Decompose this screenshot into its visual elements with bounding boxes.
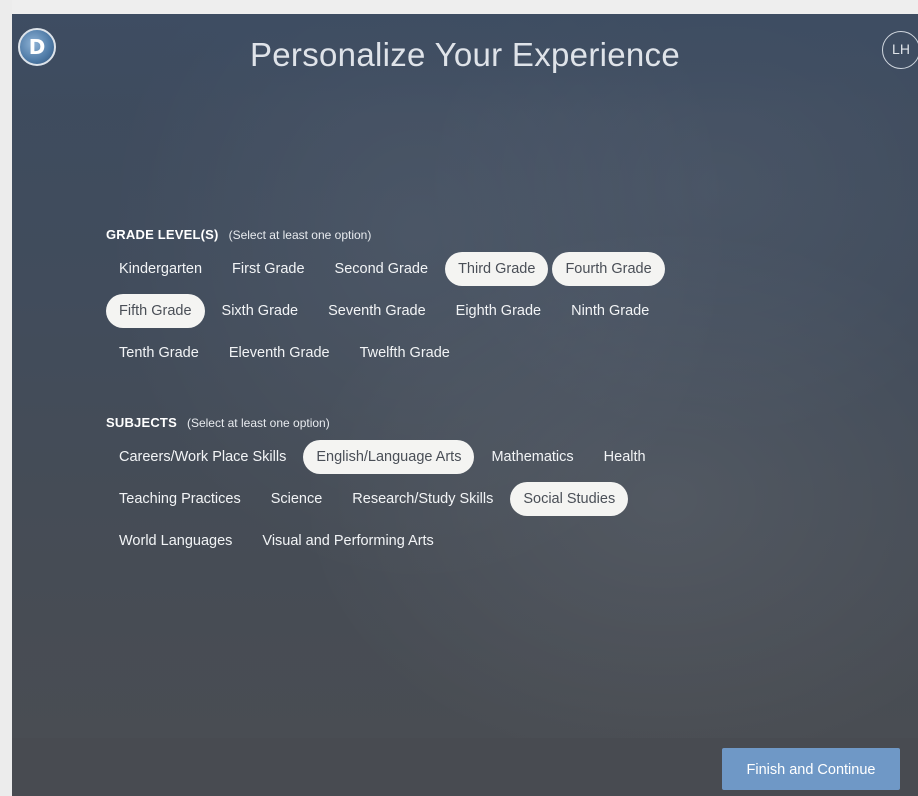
- chip-english-language-arts[interactable]: English/Language Arts: [303, 440, 475, 474]
- grade-row-3: Tenth Grade Eleventh Grade Twelfth Grade: [106, 334, 746, 372]
- chip-seventh-grade[interactable]: Seventh Grade: [315, 294, 439, 328]
- chip-sixth-grade[interactable]: Sixth Grade: [209, 294, 312, 328]
- grade-level-label: GRADE LEVEL(S): [106, 227, 219, 242]
- chip-tenth-grade[interactable]: Tenth Grade: [106, 336, 212, 370]
- chip-careers-work-place-skills[interactable]: Careers/Work Place Skills: [106, 440, 299, 474]
- chip-mathematics[interactable]: Mathematics: [478, 440, 586, 474]
- chip-health[interactable]: Health: [591, 440, 659, 474]
- photo-margin-left: [0, 0, 12, 796]
- chip-research-study-skills[interactable]: Research/Study Skills: [339, 482, 506, 516]
- chip-ninth-grade[interactable]: Ninth Grade: [558, 294, 662, 328]
- subject-row-2: Teaching Practices Science Research/Stud…: [106, 480, 746, 518]
- subjects-heading: SUBJECTS (Select at least one option): [106, 412, 746, 434]
- subjects-hint: (Select at least one option): [186, 416, 330, 430]
- photo-margin-top: [0, 0, 918, 14]
- chip-twelfth-grade[interactable]: Twelfth Grade: [347, 336, 463, 370]
- chip-second-grade[interactable]: Second Grade: [322, 252, 442, 286]
- subject-row-1: Careers/Work Place Skills English/Langua…: [106, 438, 746, 476]
- subjects-section: SUBJECTS (Select at least one option) Car…: [106, 412, 746, 560]
- grade-level-section: GRADE LEVEL(S) (Select at least one optio…: [106, 224, 746, 372]
- chip-world-languages[interactable]: World Languages: [106, 524, 245, 558]
- grade-level-hint: (Select at least one option): [228, 228, 372, 242]
- grade-row-1: Kindergarten First Grade Second Grade Th…: [106, 250, 746, 288]
- page-title: Personalize Your Experience: [249, 36, 681, 73]
- chip-eighth-grade[interactable]: Eighth Grade: [443, 294, 554, 328]
- chip-fourth-grade[interactable]: Fourth Grade: [552, 252, 665, 286]
- chip-social-studies[interactable]: Social Studies: [510, 482, 629, 516]
- grade-row-2: Fifth Grade Sixth Grade Seventh Grade Ei…: [106, 292, 746, 330]
- chip-first-grade[interactable]: First Grade: [219, 252, 318, 286]
- user-avatar[interactable]: LH: [882, 31, 918, 69]
- chip-fifth-grade[interactable]: Fifth Grade: [106, 294, 205, 328]
- finish-and-continue-button[interactable]: Finish and Continue: [722, 748, 900, 790]
- chip-visual-performing-arts[interactable]: Visual and Performing Arts: [249, 524, 446, 558]
- chip-kindergarten[interactable]: Kindergarten: [106, 252, 215, 286]
- subjects-label: SUBJECTS: [106, 415, 177, 430]
- chip-science[interactable]: Science: [258, 482, 336, 516]
- chip-teaching-practices[interactable]: Teaching Practices: [106, 482, 254, 516]
- app-screen: D Personalize Your Experience LH GRADE L…: [12, 14, 918, 796]
- chip-eleventh-grade[interactable]: Eleventh Grade: [216, 336, 343, 370]
- chip-third-grade[interactable]: Third Grade: [445, 252, 549, 286]
- grade-level-heading: GRADE LEVEL(S) (Select at least one optio…: [106, 224, 746, 246]
- subject-row-3: World Languages Visual and Performing Ar…: [106, 522, 746, 560]
